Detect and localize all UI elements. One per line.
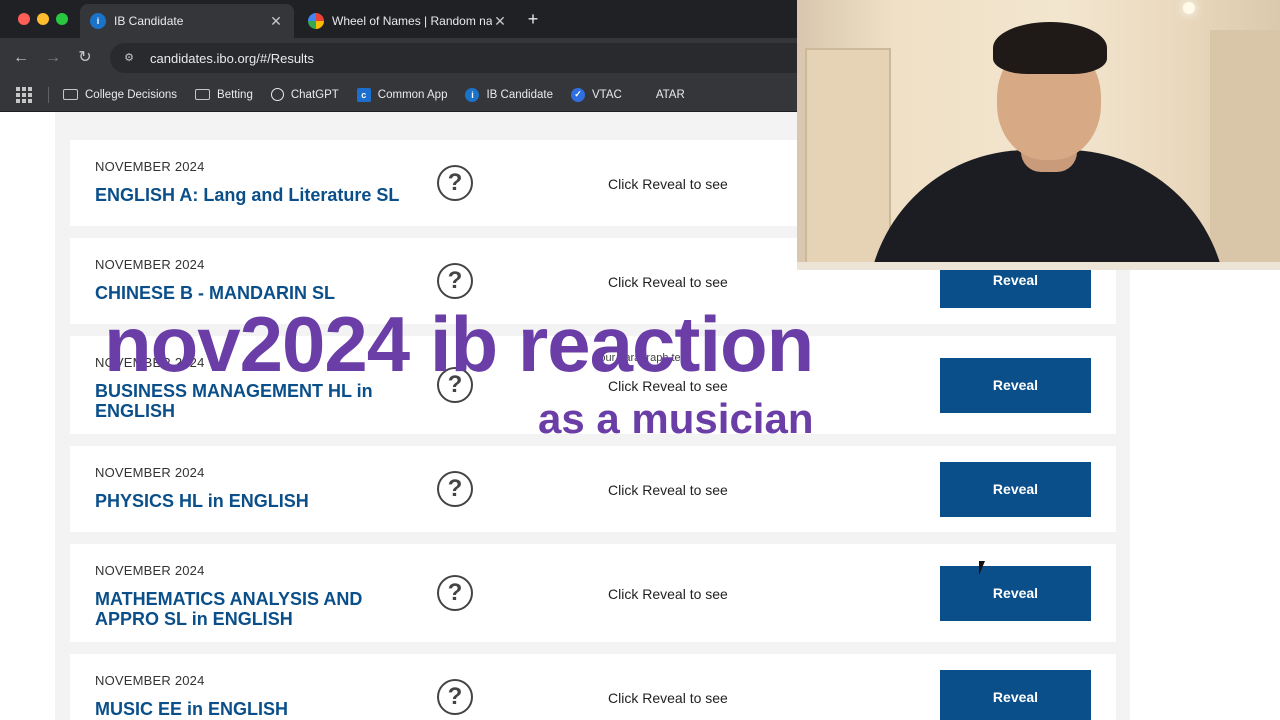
bookmark-label: Common App	[377, 88, 448, 101]
question-mark-icon: ?	[437, 679, 473, 715]
exam-session: NOVEMBER 2024	[95, 159, 205, 174]
reveal-button[interactable]: Reveal	[940, 462, 1091, 517]
bookmarks-divider	[48, 86, 49, 103]
ib-logo-icon: i	[90, 13, 106, 29]
address-bar[interactable]: ⚙ candidates.ibo.org/#/Results	[110, 43, 810, 73]
result-card: NOVEMBER 2024 MUSIC EE in ENGLISH ? Clic…	[70, 654, 1116, 720]
site-settings-icon[interactable]: ⚙	[120, 49, 138, 67]
back-icon[interactable]: ←	[10, 47, 32, 69]
common-app-icon: c	[356, 87, 371, 102]
folder-icon	[63, 89, 78, 100]
desk-edge	[797, 262, 1280, 270]
new-tab-button[interactable]: +	[524, 8, 542, 30]
reveal-button[interactable]: Reveal	[940, 670, 1091, 720]
result-status: Click Reveal to see	[608, 690, 728, 706]
exam-session: NOVEMBER 2024	[95, 673, 205, 688]
bookmark-label: VTAC	[591, 88, 622, 101]
result-card: NOVEMBER 2024 PHYSICS HL in ENGLISH ? Cl…	[70, 446, 1116, 532]
reveal-button[interactable]: Reveal	[940, 358, 1091, 413]
background-door	[805, 48, 891, 270]
maximize-window-button[interactable]	[56, 13, 68, 25]
bookmark-ib-candidate[interactable]: i IB Candidate	[465, 87, 553, 102]
bookmark-label: IB Candidate	[486, 88, 553, 101]
bookmark-common-app[interactable]: c Common App	[356, 87, 448, 102]
exam-session: NOVEMBER 2024	[95, 465, 205, 480]
chatgpt-icon	[270, 88, 284, 101]
question-mark-icon: ?	[437, 263, 473, 299]
background-wall	[1210, 30, 1280, 270]
subject-name: MATHEMATICS ANALYSIS AND APPRO SL in ENG…	[95, 589, 363, 629]
exam-session: NOVEMBER 2024	[95, 563, 205, 578]
apps-grid-icon[interactable]	[16, 86, 32, 103]
tab-wheel-of-names[interactable]: Wheel of Names | Random na ✕	[298, 4, 518, 38]
tab-title: Wheel of Names | Random na	[332, 14, 492, 28]
subject-name: ENGLISH A: Lang and Literature SL	[95, 185, 400, 205]
bookmark-label: College Decisions	[85, 88, 178, 101]
person-hair	[993, 22, 1107, 74]
webcam-feed	[797, 0, 1280, 270]
result-status: Click Reveal to see	[608, 176, 728, 192]
bookmark-label: Betting	[217, 88, 253, 101]
bookmark-label: ChatGPT	[290, 88, 339, 101]
url-text: candidates.ibo.org/#/Results	[150, 50, 315, 66]
question-mark-icon: ?	[437, 471, 473, 507]
reveal-button[interactable]: Reveal	[940, 566, 1091, 621]
wheel-icon	[308, 13, 324, 29]
reload-icon[interactable]: ↻	[74, 47, 96, 69]
minimize-window-button[interactable]	[37, 13, 49, 25]
result-status: Click Reveal to see	[608, 586, 728, 602]
forward-icon[interactable]: →	[42, 47, 64, 69]
result-card: NOVEMBER 2024 MATHEMATICS ANALYSIS AND A…	[70, 544, 1116, 642]
overlay-subtitle: as a musician	[538, 395, 814, 442]
bookmark-college-decisions[interactable]: College Decisions	[63, 89, 177, 101]
question-mark-icon: ?	[437, 575, 473, 611]
close-icon[interactable]: ✕	[492, 13, 508, 30]
subject-name: PHYSICS HL in ENGLISH	[95, 491, 309, 511]
result-status: Click Reveal to see	[608, 482, 728, 498]
bookmark-atar[interactable]: ATAR	[656, 89, 685, 101]
folder-icon	[195, 89, 211, 100]
ceiling-light	[1183, 2, 1195, 14]
subject-name: MUSIC EE in ENGLISH	[95, 699, 289, 719]
exam-session: NOVEMBER 2024	[95, 257, 205, 272]
bookmark-chatgpt[interactable]: ChatGPT	[270, 88, 339, 101]
bookmark-betting[interactable]: Betting	[195, 89, 253, 101]
question-mark-icon: ?	[437, 165, 473, 201]
close-icon[interactable]: ✕	[268, 13, 284, 30]
tab-ib-candidate[interactable]: i IB Candidate ✕	[80, 4, 294, 38]
result-status: Click Reveal to see	[608, 274, 728, 290]
mouse-cursor-icon	[979, 561, 985, 575]
ib-logo-icon: i	[465, 87, 480, 102]
tab-title: IB Candidate	[114, 14, 184, 28]
overlay-title: nov2024 ib reaction	[104, 300, 814, 388]
bookmark-label: ATAR	[655, 88, 685, 101]
vtac-icon: ✓	[570, 87, 585, 102]
close-window-button[interactable]	[18, 13, 30, 25]
bookmark-vtac[interactable]: ✓ VTAC	[570, 87, 622, 102]
